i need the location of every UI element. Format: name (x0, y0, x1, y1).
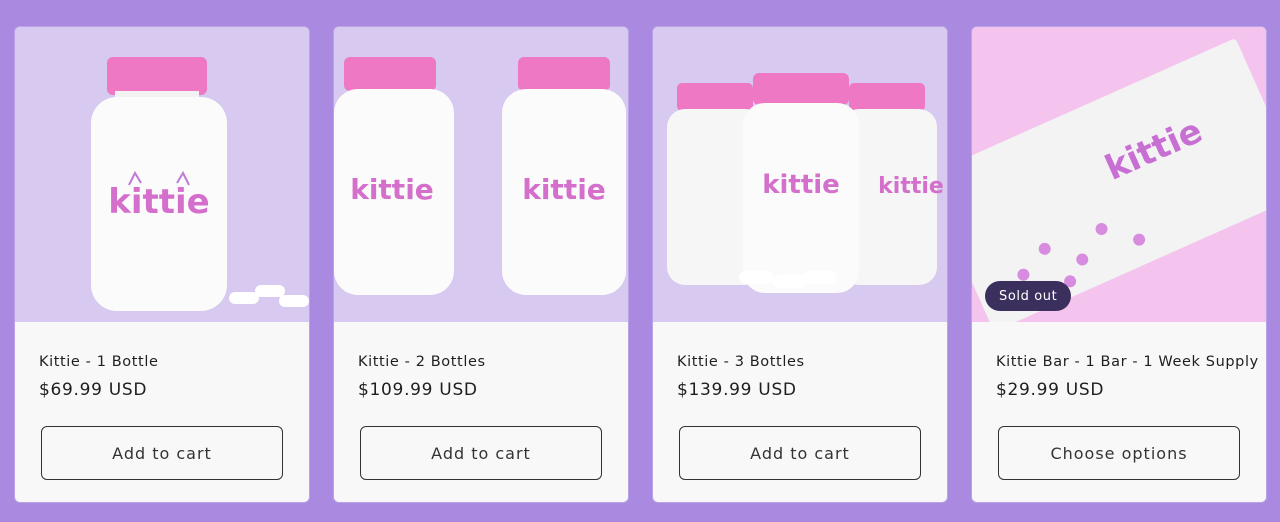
product-card[interactable]: kittie kittie Kittie - 3 Bottles $139.99… (652, 26, 948, 503)
product-card[interactable]: kittie Kittie - 1 Bottle $69.99 USD Add … (14, 26, 310, 503)
product-price: $29.99 USD (996, 380, 1105, 400)
product-image[interactable]: kittie Sold out (972, 27, 1266, 322)
product-title[interactable]: Kittie - 1 Bottle (39, 354, 285, 370)
sold-out-badge: Sold out (985, 281, 1072, 311)
choose-options-button[interactable]: Choose options (998, 426, 1240, 480)
product-title[interactable]: Kittie Bar - 1 Bar - 1 Week Supply (996, 354, 1258, 370)
add-to-cart-button[interactable]: Add to cart (41, 426, 283, 480)
svg-text:kittie: kittie (878, 174, 944, 199)
product-price: $109.99 USD (358, 380, 478, 400)
product-title[interactable]: Kittie - 2 Bottles (358, 354, 604, 370)
svg-text:kittie: kittie (350, 173, 434, 206)
svg-text:kittie: kittie (762, 170, 840, 200)
product-image[interactable]: kittie (15, 27, 309, 322)
svg-text:kittie: kittie (108, 182, 210, 222)
product-card[interactable]: kittie Sold out Kittie Bar - 1 Bar - 1 W… (971, 26, 1267, 503)
product-card[interactable]: kittie kittie Kittie - 2 Bottles $109.99… (333, 26, 629, 503)
svg-text:kittie: kittie (522, 173, 606, 206)
add-to-cart-button[interactable]: Add to cart (360, 426, 602, 480)
product-price: $69.99 USD (39, 380, 148, 400)
product-title[interactable]: Kittie - 3 Bottles (677, 354, 923, 370)
add-to-cart-button[interactable]: Add to cart (679, 426, 921, 480)
product-grid: kittie Kittie - 1 Bottle $69.99 USD Add … (14, 26, 1267, 503)
product-image[interactable]: kittie kittie (334, 27, 628, 322)
product-image[interactable]: kittie kittie (653, 27, 947, 322)
product-price: $139.99 USD (677, 380, 797, 400)
